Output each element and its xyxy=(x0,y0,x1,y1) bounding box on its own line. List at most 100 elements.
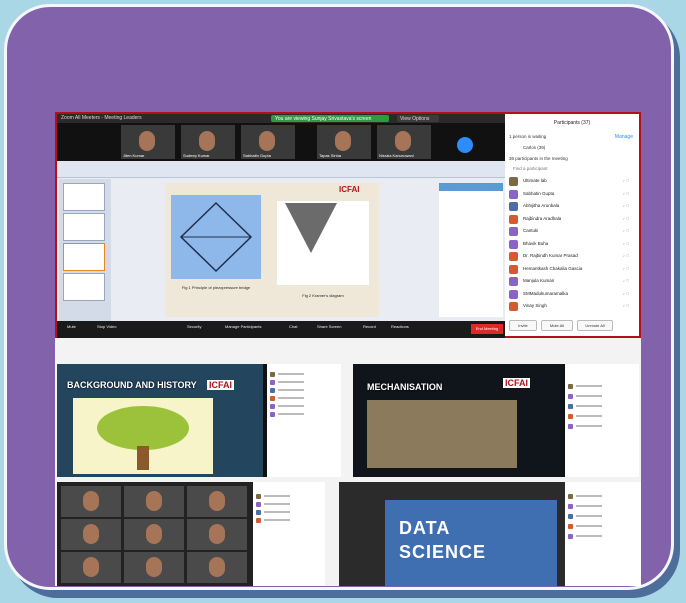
video-tile[interactable] xyxy=(187,552,247,583)
face xyxy=(83,557,99,577)
slide-thumb[interactable] xyxy=(63,213,105,241)
mech-title: MECHANISATION xyxy=(367,382,443,392)
face xyxy=(83,524,99,544)
participant-row[interactable]: Cantuki ♪ □ xyxy=(509,226,635,237)
window-title: Zoom All Meeters - Meeting Leaders xyxy=(61,115,142,121)
participant-name: SMMadukumaramalka xyxy=(523,290,569,296)
share-screen-button[interactable]: Share Screen xyxy=(317,324,341,329)
video-thumb[interactable]: Nisrala Kanuruwani xyxy=(377,125,431,159)
face xyxy=(209,491,225,511)
video-tile[interactable] xyxy=(124,552,184,583)
participant-row[interactable]: Ultimate lab ♪ □ xyxy=(509,176,635,187)
video-tile[interactable] xyxy=(124,486,184,517)
ppt-ribbon xyxy=(57,161,505,178)
slide-thumb[interactable] xyxy=(63,273,105,301)
mic-video-icon: ♪ □ xyxy=(622,290,629,296)
face xyxy=(83,491,99,511)
face xyxy=(146,524,162,544)
tree-canopy xyxy=(97,406,189,450)
video-thumb[interactable]: Jiten Kumar xyxy=(121,125,175,159)
mic-video-icon: ♪ □ xyxy=(622,278,629,283)
gallery-participants xyxy=(253,482,325,586)
mic-video-icon: ♪ □ xyxy=(622,228,629,233)
participants-title: Participants (37) xyxy=(553,120,591,126)
participant-row[interactable]: Manjula Kumari ♪ □ xyxy=(509,276,635,287)
participant-name: Cantuki xyxy=(523,228,539,233)
video-tile[interactable] xyxy=(61,519,121,550)
waiting-person: Carlos (39) xyxy=(523,145,546,150)
participant-row[interactable]: Sabhatin Gupta ♪ □ xyxy=(509,189,635,200)
participant-row[interactable]: Dr. Rajbindh Kumar Prasad ♪ □ xyxy=(509,251,635,262)
participant-name: Dr. Rajbindh Kumar Prasad xyxy=(523,253,578,258)
slide-thumbnails xyxy=(59,179,111,321)
icfai-logo: ICFAI xyxy=(339,185,360,194)
avatar xyxy=(509,202,518,211)
participant-row[interactable]: Rajbindra Aradhala ♪ □ xyxy=(509,214,635,225)
datascience-panel: DATA SCIENCE xyxy=(339,482,641,586)
face xyxy=(146,557,162,577)
meeting-controls: Mute Stop Video Security Manage Particip… xyxy=(57,321,505,338)
avatar xyxy=(509,289,518,299)
face xyxy=(209,557,225,577)
zoom-status-icon[interactable] xyxy=(457,137,473,153)
slide-thumb[interactable] xyxy=(63,183,105,211)
record-button[interactable]: Record xyxy=(363,324,376,329)
invite-button[interactable]: Invite xyxy=(509,320,537,331)
gallery-panel xyxy=(57,482,325,586)
video-tile[interactable] xyxy=(187,519,247,550)
participant-row[interactable]: Abhijitha Arunbala ♪ □ xyxy=(509,201,635,212)
participant-name: Ultimate lab xyxy=(523,178,547,183)
video-thumb[interactable]: Sudeep Kumar xyxy=(181,125,235,159)
participant-name: Hemantkash Chakalia Gascia xyxy=(523,265,583,271)
view-options-button[interactable]: View Options xyxy=(397,115,439,122)
video-thumb[interactable]: Tapas Sinha xyxy=(317,125,371,159)
participant-name: Manjula Kumari xyxy=(523,278,555,283)
mic-video-icon: ♪ □ xyxy=(622,190,629,196)
end-meeting-button[interactable]: End Meeting xyxy=(471,324,503,334)
reactions-button[interactable]: Reactions xyxy=(391,324,409,329)
bridge-diagram-svg xyxy=(179,201,253,273)
waiting-header: 1 person is waiting xyxy=(509,134,547,139)
avatar xyxy=(509,277,518,286)
stop-video-button[interactable]: Stop Video xyxy=(97,324,117,329)
participant-row[interactable]: Vinay Singh ♪ □ xyxy=(509,301,635,312)
mic-video-icon: ♪ □ xyxy=(622,178,629,183)
face xyxy=(146,491,162,511)
participant-row[interactable]: Bhavik Buha ♪ □ xyxy=(509,239,635,250)
mute-all-button[interactable]: Mute All xyxy=(541,320,573,331)
unmute-all-button[interactable]: Unmute All xyxy=(577,320,613,331)
slide-thumb[interactable] xyxy=(63,243,105,271)
participant-name: Bhavik Buha xyxy=(523,240,549,246)
powerpoint-window: ICFAI Fig 1 Principle of piezopressure b… xyxy=(57,161,505,321)
video-thumb[interactable]: Sabhatin Gupta xyxy=(241,125,295,159)
video-tile[interactable] xyxy=(61,486,121,517)
mute-button[interactable]: Mute xyxy=(67,324,76,329)
security-button[interactable]: Security xyxy=(187,324,201,329)
mechanisation-panel: MECHANISATION ICFAI xyxy=(353,364,639,477)
thumb-name: Tapas Sinha xyxy=(319,153,342,158)
sharing-banner: You are viewing Sunjay Srivastava's scre… xyxy=(271,115,389,122)
view-options-label: View Options xyxy=(400,116,430,122)
video-tile[interactable] xyxy=(124,519,184,550)
manage-link[interactable]: Manage xyxy=(615,134,633,140)
history-logo: ICFAI xyxy=(207,380,235,390)
mic-video-icon: ♪ □ xyxy=(622,253,629,258)
participant-row[interactable]: SMMadukumaramalka ♪ □ xyxy=(509,289,635,300)
avatar xyxy=(509,227,518,236)
slide-canvas: ICFAI Fig 1 Principle of piezopressure b… xyxy=(165,183,379,317)
collage: Zoom All Meeters - Meeting Leaders You a… xyxy=(55,112,641,586)
thumb-name: Nisrala Kanuruwani xyxy=(379,153,414,158)
mic-video-icon: ♪ □ xyxy=(622,240,629,246)
face xyxy=(209,524,225,544)
mic-video-icon: ♪ □ xyxy=(622,265,629,271)
ds-participants xyxy=(565,482,641,586)
video-tile[interactable] xyxy=(61,552,121,583)
history-panel: BACKGROUND AND HISTORY ICFAI xyxy=(57,364,341,477)
video-tile[interactable] xyxy=(187,486,247,517)
participant-row[interactable]: Hemantkash Chakalia Gascia ♪ □ xyxy=(509,264,635,275)
mech-participants xyxy=(565,364,639,477)
find-participant-input[interactable]: Find a participant xyxy=(513,166,548,171)
chat-button[interactable]: Chat xyxy=(289,324,297,329)
manage-participants-button[interactable]: Manage Participants xyxy=(225,324,261,329)
tree-illustration xyxy=(73,398,213,474)
